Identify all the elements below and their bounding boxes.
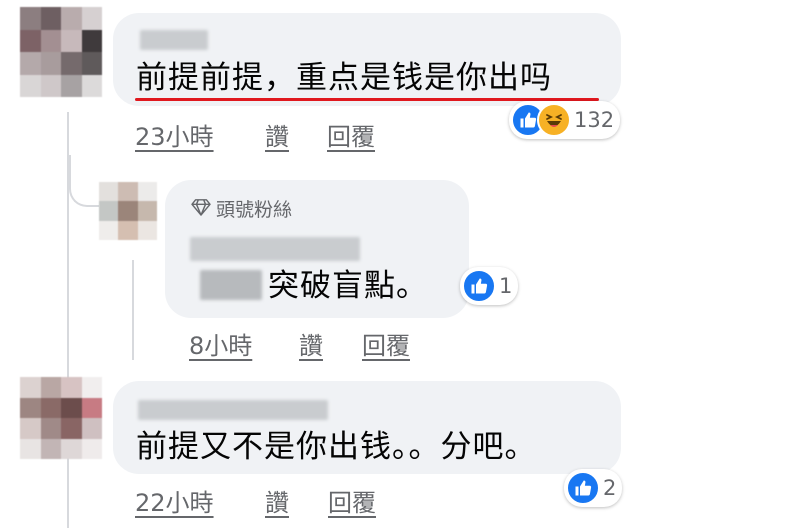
like-icon [462,269,496,303]
avatar[interactable] [20,377,102,459]
reply-button[interactable]: 回覆 [362,326,410,361]
timestamp-link[interactable]: 22小時 [135,483,214,518]
reaction-summary[interactable]: 2 [564,469,623,507]
haha-icon [537,103,571,137]
reaction-count: 132 [574,108,615,132]
reply-button[interactable]: 回覆 [327,117,375,152]
reply-connector [69,155,99,207]
comment-bubble: 前提又不是你出钱。。分吧。 [113,381,621,474]
avatar[interactable] [99,182,157,240]
comment-bubble: 頭號粉絲 突破盲點。 [165,180,469,318]
top-fan-badge: 頭號粉絲 [190,195,292,222]
like-button[interactable]: 讚 [265,483,289,518]
reply-thread-line [132,260,134,360]
timestamp-link[interactable]: 8小時 [189,326,252,361]
author-name [190,237,360,261]
reaction-summary[interactable]: 132 [509,101,621,139]
badge-label: 頭號粉絲 [216,199,293,221]
reply-button[interactable]: 回覆 [328,483,376,518]
comment-text: 前提又不是你出钱。。分吧。 [136,429,537,465]
mentioned-user [200,270,262,300]
like-button[interactable]: 讚 [299,326,323,361]
comment-text: 突破盲點。 [268,268,428,304]
author-name [140,30,208,50]
like-icon [566,471,600,505]
author-name [138,400,328,420]
timestamp-link[interactable]: 23小時 [135,117,214,152]
reaction-count: 2 [603,476,617,500]
like-button[interactable]: 讚 [265,117,289,152]
avatar[interactable] [20,7,102,97]
comment-bubble: 前提前提，重点是钱是你出吗 [113,13,621,106]
reaction-summary[interactable]: 1 [460,267,519,305]
comment-text: 前提前提，重点是钱是你出吗 [136,60,552,96]
diamond-icon [190,198,212,220]
reaction-count: 1 [499,274,513,298]
